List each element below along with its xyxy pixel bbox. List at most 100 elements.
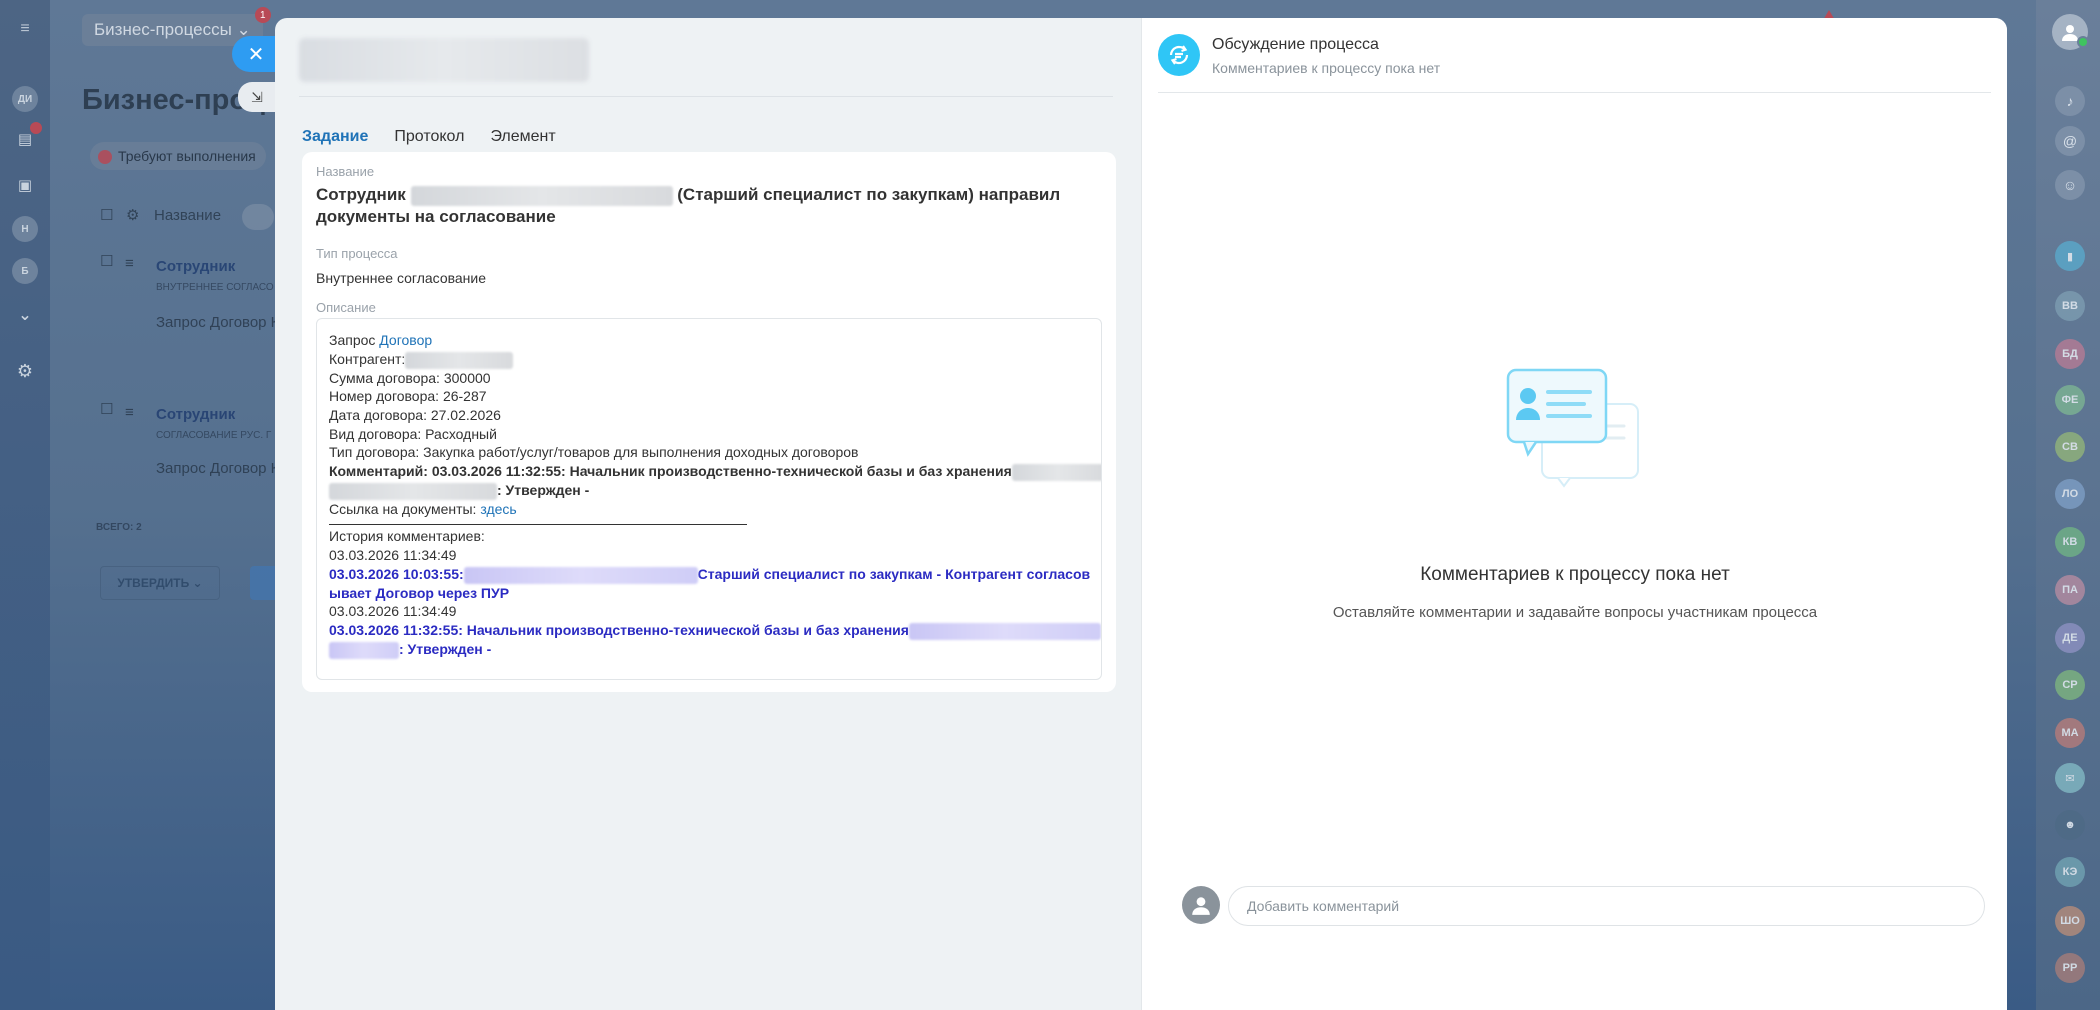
checkbox[interactable]: ☐ [100, 400, 113, 418]
history-entry-head: 03.03.2026 11:32:55: Начальник производс… [329, 621, 909, 638]
row-subtitle: ВНУТРЕННЕЕ СОГЛАСО [156, 282, 274, 293]
avatar[interactable]: СВ [2055, 432, 2085, 462]
tab-element[interactable]: Элемент [490, 128, 555, 146]
history-time: 03.03.2026 11:34:49 [329, 547, 457, 564]
name-label: Название [316, 164, 375, 179]
row-detail: Запрос Договор К [156, 460, 280, 477]
close-slider-button[interactable]: ✕ [232, 36, 280, 72]
settings-icon[interactable]: ⚙ [126, 206, 139, 224]
counterparty-label: Контрагент: [329, 350, 406, 367]
avatar[interactable]: ФЕ [2055, 385, 2085, 415]
history-time: 03.03.2026 11:34:49 [329, 603, 457, 620]
print-icon[interactable] [242, 204, 274, 230]
avatar[interactable]: ПА [2055, 575, 2085, 605]
history-entry-head: 03.03.2026 10:03:55: [329, 565, 464, 582]
tab-protocol[interactable]: Протокол [394, 128, 464, 146]
task-pane: Задание Протокол Элемент Название Сотруд… [275, 18, 1141, 1010]
row-title-link[interactable]: Сотрудник [156, 258, 235, 275]
chat-icon[interactable]: ▣ [12, 172, 38, 198]
menu-icon[interactable]: ≡ [12, 16, 38, 42]
checkbox[interactable]: ☐ [100, 252, 113, 270]
avatar[interactable]: ЛО [2055, 479, 2085, 509]
avatar[interactable]: БД [2055, 339, 2085, 369]
comment-status: : Утвержден - [497, 481, 590, 498]
redacted-author [463, 566, 698, 584]
docs-link[interactable]: здесь [480, 501, 516, 517]
rail-avatar-b[interactable]: Б [12, 258, 38, 284]
redacted-approver [329, 482, 497, 500]
breadcrumb-label: Бизнес-процессы [94, 20, 232, 39]
task-name-prefix: Сотрудник [316, 185, 406, 204]
history-entry-text: Старший специалист по закупкам - Контраг… [697, 565, 1091, 582]
divider [299, 96, 1113, 97]
task-card: Название Сотрудник (Старший специалист п… [302, 152, 1116, 692]
contract-number: Номер договора: 26-287 [329, 388, 487, 405]
avatar[interactable]: КВ [2055, 527, 2085, 557]
avatar[interactable]: СР [2055, 670, 2085, 700]
row-title-link[interactable]: Сотрудник [156, 406, 235, 423]
avatar[interactable]: ДЕ [2055, 623, 2085, 653]
workflow-slider: Задание Протокол Элемент Название Сотруд… [275, 18, 2007, 1010]
filter-chip[interactable]: Требуют выполнения [90, 142, 266, 170]
history-entry-text: ывает Договор через ПУР [329, 584, 510, 601]
redacted-author [908, 622, 1101, 640]
avatar[interactable]: ШО [2055, 906, 2085, 936]
redacted-approver [1011, 463, 1101, 481]
redacted-author [329, 641, 399, 659]
slider-title-redacted [299, 38, 589, 82]
process-type-value: Внутреннее согласование [316, 270, 487, 286]
divider [329, 524, 747, 526]
task-tabs: Задание Протокол Элемент [302, 128, 556, 146]
gear-icon[interactable]: ⚙ [12, 358, 38, 384]
row-subtitle: СОГЛАСОВАНИЕ РУС. Г [156, 430, 272, 441]
contract-date: Дата договора: 27.02.2026 [329, 406, 501, 423]
open-new-window-button[interactable]: ⇲ [238, 82, 276, 112]
comment-input[interactable]: Добавить комментарий [1228, 886, 1985, 926]
redacted-employee [410, 185, 673, 206]
request-prefix: Запрос [329, 332, 376, 348]
avatar[interactable]: МА [2055, 718, 2085, 748]
avatar[interactable]: РР [2055, 953, 2085, 983]
avatar[interactable]: КЭ [2055, 857, 2085, 887]
chat-bubble-icon[interactable]: ✉ [2055, 763, 2085, 793]
drag-handle-icon[interactable]: ≡ [125, 404, 134, 421]
empty-state-subtitle: Оставляйте комментарии и задавайте вопро… [1332, 604, 1818, 621]
rail-avatar-di[interactable]: ДИ [12, 86, 38, 112]
right-rail: ♪ @ ☺ ▮ ВВ БД ФЕ СВ ЛО КВ ПА ДЕ СР МА ✉ … [2036, 0, 2100, 1010]
breadcrumb-badge: 1 [254, 7, 271, 23]
empty-comments-icon [1506, 368, 1639, 488]
discussion-subtitle: Комментариев к процессу пока нет [1212, 60, 1441, 76]
close-icon: ✕ [247, 43, 265, 66]
inbox-icon[interactable]: ▤ [12, 122, 42, 152]
checkbox[interactable]: ☐ [100, 206, 113, 224]
rail-avatar-n[interactable]: Н [12, 216, 38, 242]
current-user-avatar [1182, 886, 1220, 924]
bookmark-icon[interactable]: ▮ [2055, 241, 2085, 271]
contract-type: Тип договора: Закупка работ/услуг/товаро… [329, 444, 859, 461]
comment-text: Комментарий: 03.03.2026 11:32:55: Началь… [329, 463, 1012, 480]
contract-link[interactable]: Договор [379, 332, 432, 348]
filter-label: Требуют выполнения [118, 148, 256, 164]
history-entry-text: : Утвержден - [399, 640, 492, 657]
avatar-photo[interactable]: ☻ [2055, 810, 2085, 840]
row-detail: Запрос Договор К [156, 314, 280, 331]
tab-task[interactable]: Задание [302, 128, 368, 146]
redacted-counterparty [405, 351, 514, 369]
chevron-down-icon[interactable]: ⌄ [12, 302, 38, 328]
approve-button[interactable]: УТВЕРДИТЬ ⌄ [100, 566, 220, 600]
left-rail: ≡ ДИ ▤ ▣ Н Б ⌄ ⚙ [0, 0, 50, 1010]
messages-icon[interactable]: ☺ [2055, 170, 2085, 200]
discussion-title: Обсуждение процесса [1212, 36, 1379, 53]
at-icon[interactable]: @ [2055, 126, 2085, 156]
bell-icon[interactable]: ♪ [2055, 86, 2085, 116]
divider [1158, 92, 1991, 93]
total-count: ВСЕГО: 2 [96, 522, 142, 533]
contract-kind: Вид договора: Расходный [329, 425, 497, 442]
description-box: Запрос Договор Контрагент: Сумма договор… [316, 318, 1102, 680]
column-header-name: Название [154, 207, 222, 224]
history-title: История комментариев: [329, 528, 485, 545]
contract-amount: Сумма договора: 300000 [329, 369, 491, 386]
avatar[interactable]: ВВ [2055, 291, 2085, 321]
alert-icon [98, 150, 112, 164]
drag-handle-icon[interactable]: ≡ [125, 255, 134, 272]
